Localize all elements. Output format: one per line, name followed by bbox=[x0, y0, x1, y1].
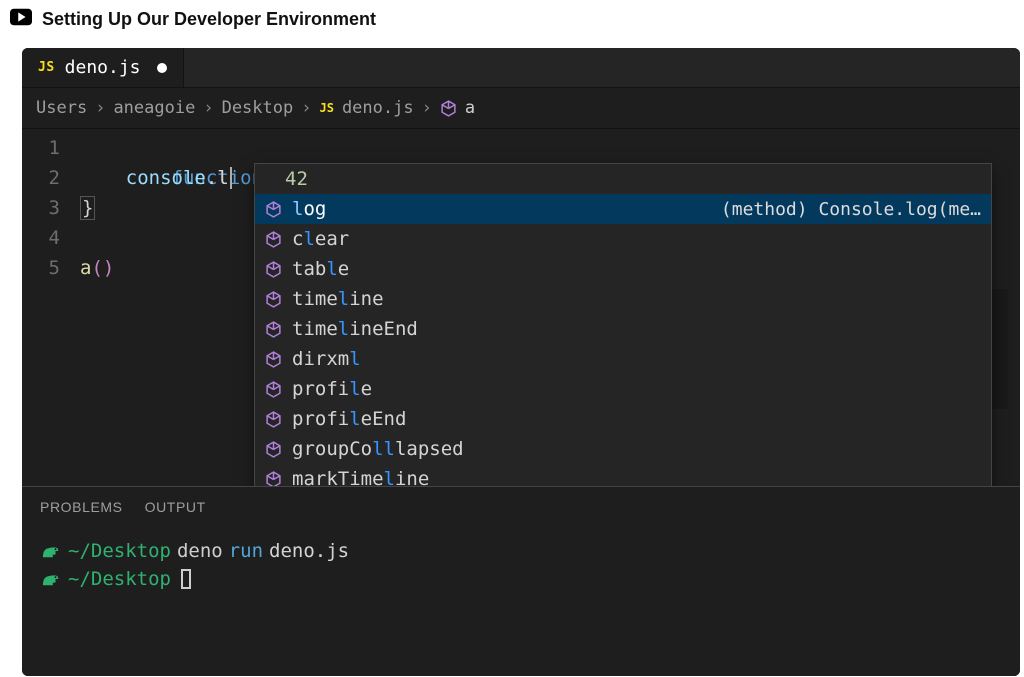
intellisense-item[interactable]: profile bbox=[255, 374, 991, 404]
panel-tab-output[interactable]: OUTPUT bbox=[145, 499, 206, 515]
breadcrumb-symbol[interactable]: a bbox=[465, 98, 475, 118]
deno-icon bbox=[40, 570, 62, 588]
chevron-right-icon: › bbox=[203, 98, 213, 118]
intellisense-item[interactable]: dirxml bbox=[255, 344, 991, 374]
deno-icon bbox=[40, 542, 62, 560]
intellisense-item[interactable]: log (method) Console.log(me… bbox=[255, 194, 991, 224]
code-editor[interactable]: 1 function a() { 2 console.l 3 } 4 5 a()… bbox=[22, 129, 1020, 479]
video-title: Setting Up Our Developer Environment bbox=[42, 9, 376, 30]
breadcrumb[interactable]: Users › aneagoie › Desktop › JS deno.js … bbox=[22, 88, 1020, 129]
symbol-method-icon bbox=[265, 231, 282, 248]
editor-tab-deno[interactable]: JS deno.js bbox=[22, 48, 184, 87]
intellisense-item[interactable]: table bbox=[255, 254, 991, 284]
chevron-right-icon: › bbox=[95, 98, 105, 118]
line-number: 4 bbox=[22, 223, 80, 253]
intellisense-item-label: profileEnd bbox=[292, 408, 406, 430]
symbol-method-icon bbox=[265, 351, 282, 368]
chevron-right-icon: › bbox=[301, 98, 311, 118]
panel-tab-problems[interactable]: PROBLEMS bbox=[40, 499, 123, 515]
intellisense-item[interactable]: profileEnd bbox=[255, 404, 991, 434]
js-badge: JS bbox=[319, 101, 333, 115]
breadcrumb-segment[interactable]: Users bbox=[36, 98, 87, 118]
terminal-cursor bbox=[181, 569, 191, 589]
symbol-method-icon bbox=[440, 100, 457, 117]
symbol-method-icon bbox=[265, 291, 282, 308]
symbol-method-icon bbox=[265, 201, 282, 218]
dirty-indicator-icon bbox=[157, 63, 167, 73]
terminal-line: ~/Desktop deno run deno.js bbox=[40, 537, 1002, 565]
intellisense-detail: (method) Console.log(me… bbox=[721, 199, 981, 220]
symbol-method-icon bbox=[265, 441, 282, 458]
code-line[interactable]: 1 function a() { bbox=[22, 133, 1020, 163]
intellisense-item-label: timeline bbox=[292, 288, 384, 310]
intellisense-item-label: table bbox=[292, 258, 349, 280]
breadcrumb-segment[interactable]: Desktop bbox=[222, 98, 294, 118]
intellisense-item[interactable]: groupColllapsed bbox=[255, 434, 991, 464]
line-number: 5 bbox=[22, 253, 80, 283]
panel-tab-bar: PROBLEMS OUTPUT bbox=[22, 487, 1020, 527]
intellisense-item-label: groupColllapsed bbox=[292, 438, 464, 460]
intellisense-header: 42 bbox=[255, 164, 991, 194]
line-number: 2 bbox=[22, 163, 80, 193]
terminal-line: ~/Desktop bbox=[40, 565, 1002, 593]
js-badge: JS bbox=[38, 60, 55, 75]
text-cursor bbox=[230, 167, 232, 189]
bottom-panel: PROBLEMS OUTPUT ~/Desktop deno run deno.… bbox=[22, 486, 1020, 676]
video-title-bar: Setting Up Our Developer Environment bbox=[0, 0, 1024, 43]
intellisense-item[interactable]: clear bbox=[255, 224, 991, 254]
intellisense-item-label: timelineEnd bbox=[292, 318, 418, 340]
intellisense-popup[interactable]: 42 log (method) Console.log(me… clear table… bbox=[254, 163, 992, 501]
breadcrumb-file[interactable]: deno.js bbox=[342, 98, 414, 118]
editor-tab-bar: JS deno.js bbox=[22, 48, 1020, 88]
intellisense-item-label: log bbox=[292, 198, 326, 220]
intellisense-item-label: clear bbox=[292, 228, 349, 250]
vscode-window: JS deno.js Users › aneagoie › Desktop › … bbox=[22, 48, 1020, 676]
tab-filename: deno.js bbox=[65, 57, 141, 78]
intellisense-item[interactable]: timeline bbox=[255, 284, 991, 314]
line-number: 3 bbox=[22, 193, 80, 223]
symbol-method-icon bbox=[265, 411, 282, 428]
symbol-method-icon bbox=[265, 471, 282, 488]
breadcrumb-segment[interactable]: aneagoie bbox=[113, 98, 195, 118]
line-number: 1 bbox=[22, 133, 80, 163]
terminal[interactable]: ~/Desktop deno run deno.js ~/Desktop bbox=[22, 527, 1020, 593]
intellisense-item[interactable]: timelineEnd bbox=[255, 314, 991, 344]
symbol-method-icon bbox=[265, 381, 282, 398]
intellisense-item-label: profile bbox=[292, 378, 372, 400]
symbol-method-icon bbox=[265, 321, 282, 338]
symbol-method-icon bbox=[265, 261, 282, 278]
chevron-right-icon: › bbox=[422, 98, 432, 118]
play-icon bbox=[10, 8, 32, 31]
intellisense-item-label: dirxml bbox=[292, 348, 361, 370]
